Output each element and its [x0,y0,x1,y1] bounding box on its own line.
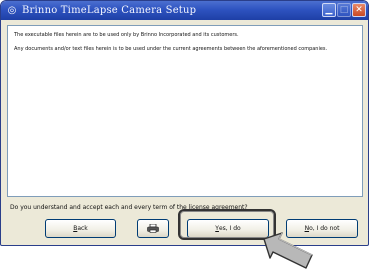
print-button[interactable] [137,219,169,238]
minimize-button[interactable]: ▁ [322,3,336,17]
license-paragraph: Any documents and/or text files herein i… [14,46,328,52]
hand-pointer-arrow-icon [263,232,313,269]
back-button[interactable]: Back [45,219,116,238]
window-controls: ▁ □ ✕ [322,3,366,17]
title-bar[interactable]: ◎ Brinno TimeLapse Camera Setup ▁ □ ✕ [1,1,368,20]
printer-icon [147,224,159,233]
license-paragraph: The executable files herein are to be us… [14,32,239,38]
app-icon: ◎ [7,4,17,16]
window-title: Brinno TimeLapse Camera Setup [22,5,197,16]
back-label: ack [77,225,88,232]
maximize-button[interactable]: □ [337,3,351,17]
license-text-area[interactable]: The executable files herein are to be us… [7,25,363,197]
close-button[interactable]: ✕ [352,3,366,17]
